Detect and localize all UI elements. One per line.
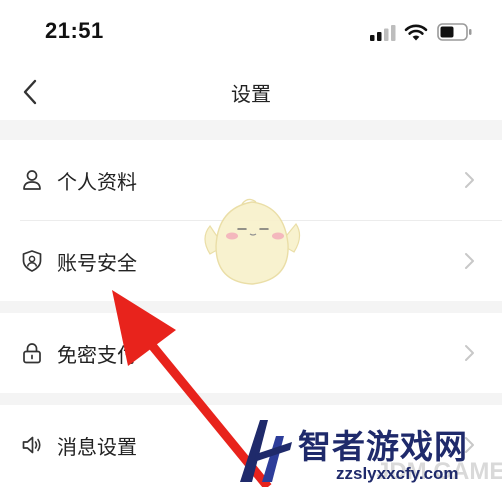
section-gap [0, 301, 502, 313]
battery-icon [437, 23, 472, 41]
status-time: 21:51 [45, 18, 104, 43]
settings-item-label: 账号安全 [57, 251, 137, 275]
watermark-subtitle: zzslyxxcfy.com [336, 464, 459, 483]
settings-item-label: 消息设置 [57, 435, 137, 459]
status-bar: 21:51 [0, 0, 502, 64]
speaker-icon [22, 436, 41, 454]
lock-icon [23, 343, 41, 364]
person-icon [23, 170, 41, 190]
chevron-right-icon [465, 345, 474, 361]
chevron-right-icon [465, 172, 474, 188]
watermark-emblem-icon [240, 420, 292, 482]
watermark-logo: JDM GAME 智者游戏网 zzslyxxcfy.com [236, 414, 502, 487]
section-gap [0, 120, 502, 140]
page-title: 设置 [231, 82, 271, 106]
section-gap [0, 393, 502, 405]
settings-item-label: 免密支付 [57, 343, 137, 367]
mascot-illustration [204, 198, 301, 285]
chevron-right-icon [465, 253, 474, 269]
wifi-icon [404, 24, 428, 41]
cellular-signal-icon [370, 25, 396, 41]
shield-icon [22, 250, 42, 272]
navigation-bar: 设置 [0, 64, 502, 120]
settings-item-password-free-payment[interactable]: 免密支付 [0, 313, 502, 393]
watermark-title: 智者游戏网 [298, 427, 468, 466]
settings-item-label: 个人资料 [57, 170, 137, 194]
